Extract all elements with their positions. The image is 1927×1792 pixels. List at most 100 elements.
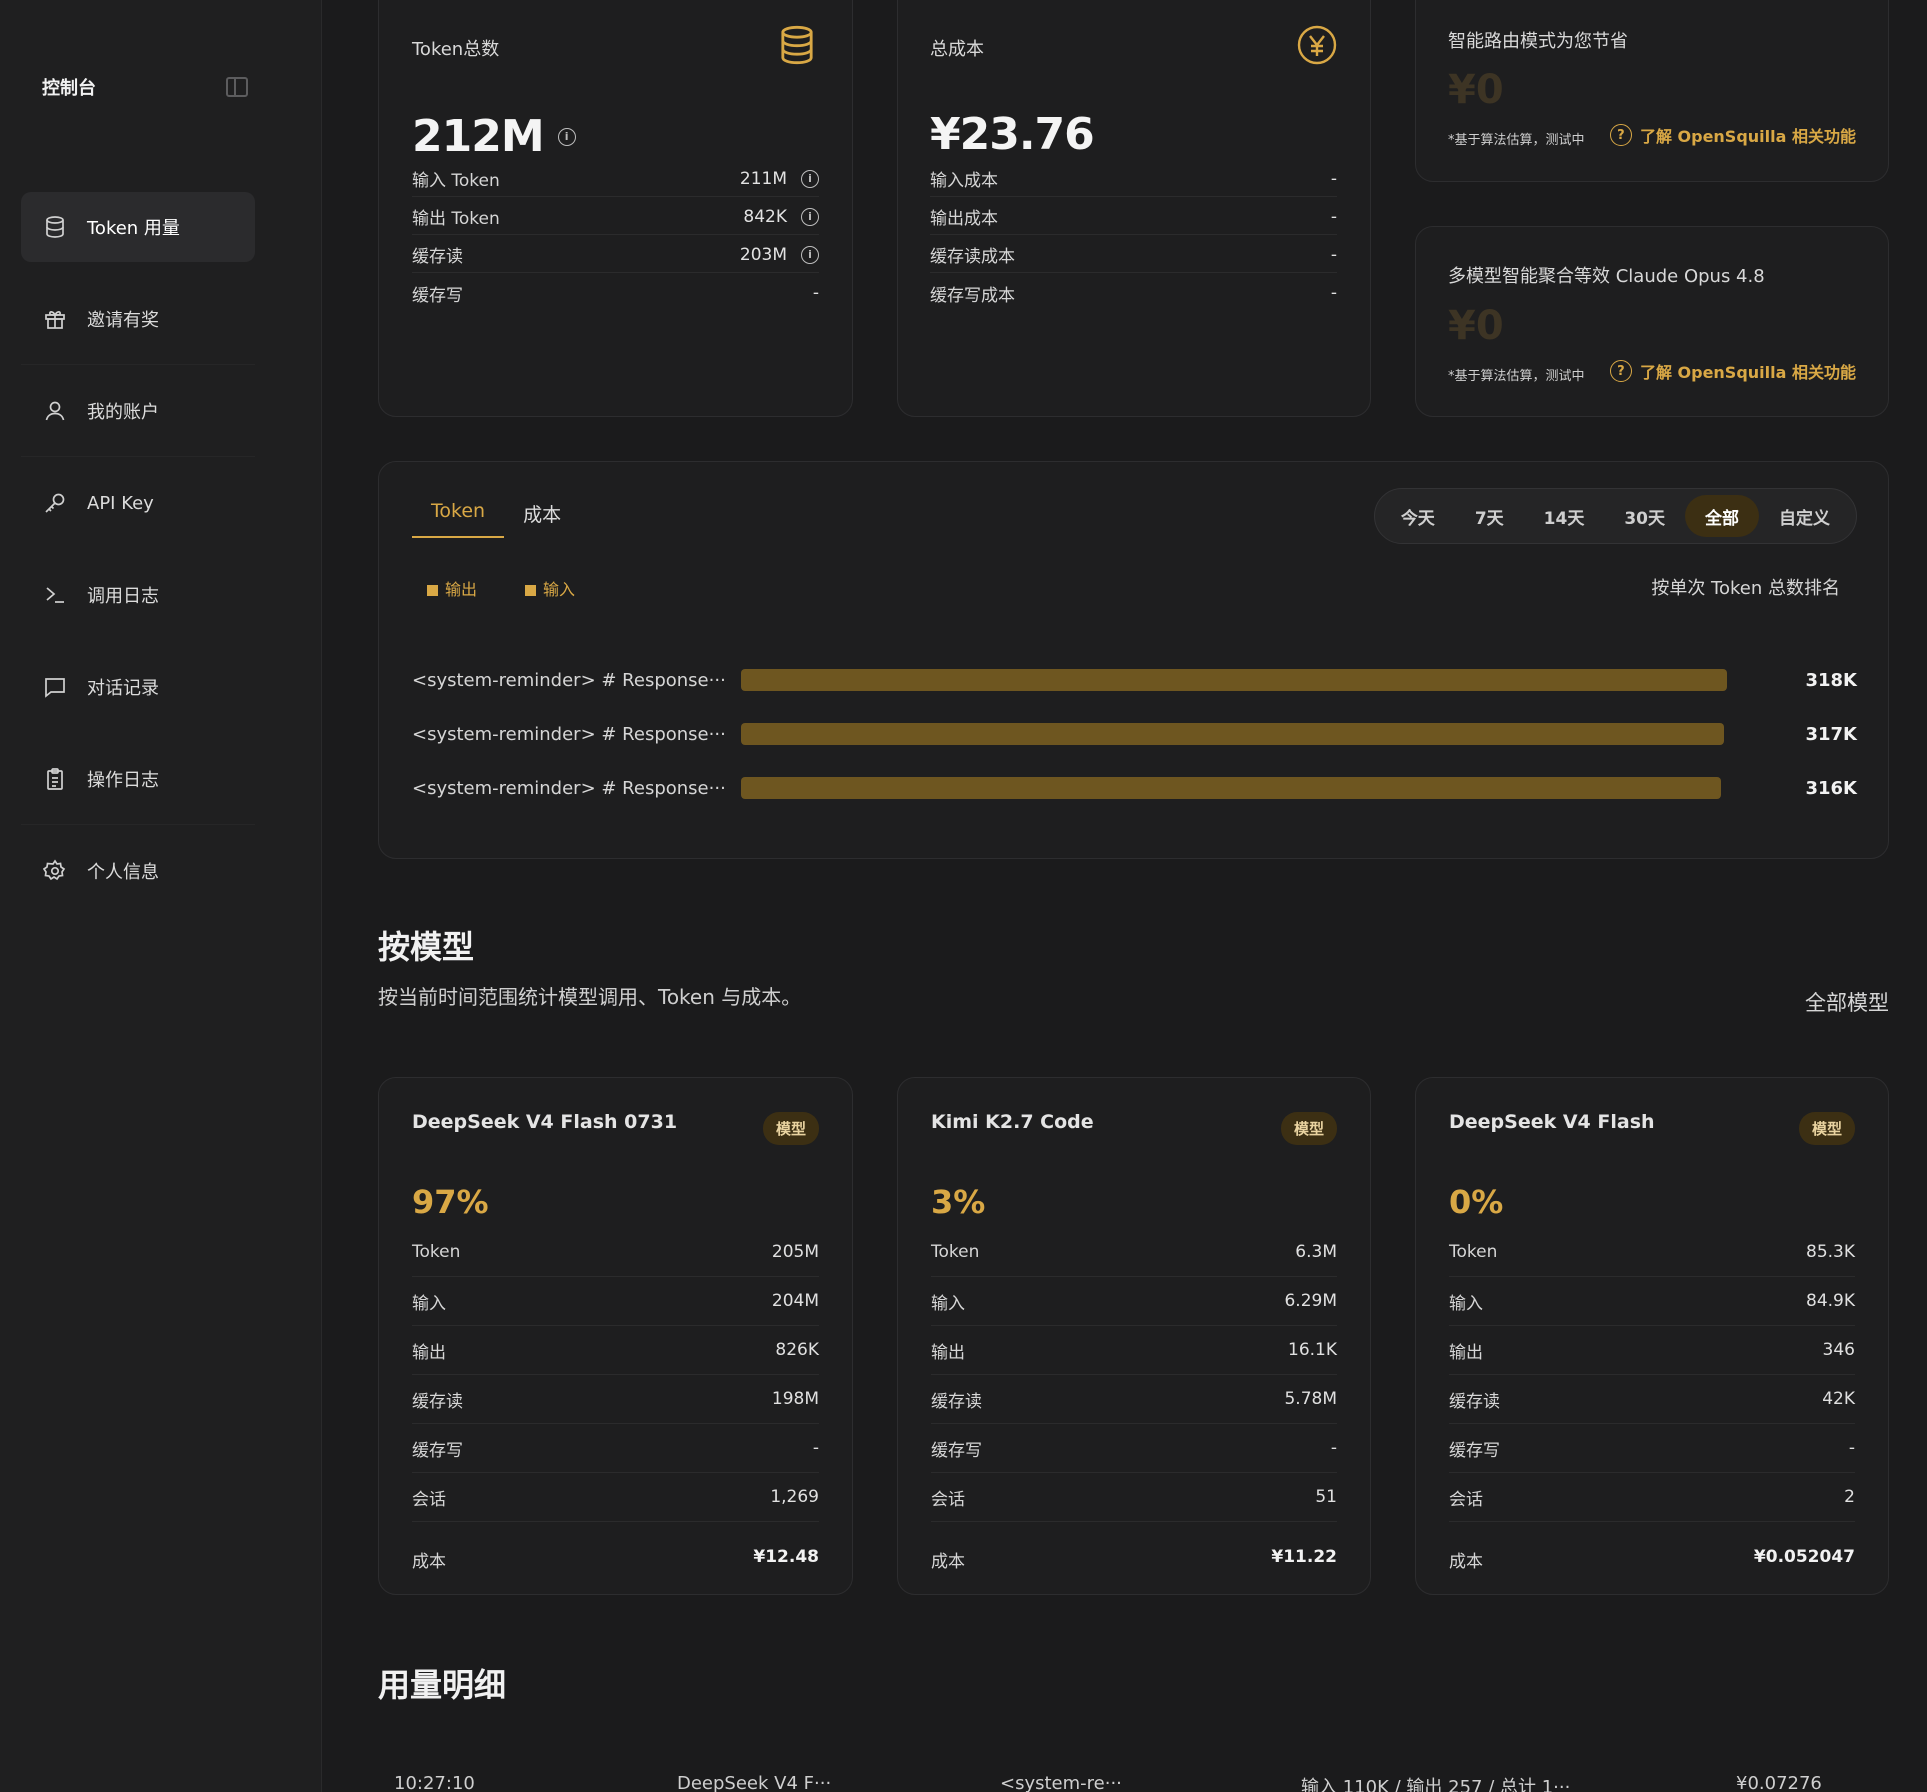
model-cost-row: 成本 ¥12.48 bbox=[412, 1547, 819, 1572]
range-7d[interactable]: 7天 bbox=[1455, 495, 1524, 537]
model-cost-label: 成本 bbox=[1449, 1552, 1483, 1572]
stat-row: 输入成本 - bbox=[930, 161, 1337, 197]
stat-label: 输出 Token bbox=[412, 209, 500, 229]
bar-track bbox=[741, 669, 1727, 691]
chat-icon bbox=[43, 675, 67, 699]
sidebar-item-profile[interactable]: 个人信息 bbox=[21, 836, 255, 906]
model-stat-label: 缓存读 bbox=[412, 1391, 463, 1412]
detail-prompt: <system-re··· bbox=[1000, 1773, 1122, 1792]
sidebar-item-api-key[interactable]: API Key bbox=[21, 468, 255, 538]
detail-model: DeepSeek V4 F··· bbox=[677, 1773, 832, 1792]
help-icon: ? bbox=[1609, 360, 1632, 382]
model-name: Kimi K2.7 Code bbox=[931, 1111, 1094, 1133]
info-icon[interactable]: i bbox=[801, 169, 819, 188]
bar-track bbox=[741, 723, 1727, 745]
range-today[interactable]: 今天 bbox=[1381, 495, 1455, 537]
model-stat-value: - bbox=[1848, 1438, 1855, 1458]
learn-more-link[interactable]: ? 了解 OpenSquilla 相关功能 bbox=[1609, 123, 1856, 147]
model-stat-label: 缓存读 bbox=[1449, 1391, 1500, 1412]
stat-row: 输入 Token 211M i bbox=[412, 161, 819, 197]
model-stat-value: 198M bbox=[771, 1389, 819, 1409]
stat-row: 缓存读成本 - bbox=[930, 237, 1337, 273]
savings-amount: ¥0 bbox=[1448, 303, 1504, 349]
bar-fill bbox=[741, 723, 1724, 745]
stat-value: 842K bbox=[743, 206, 787, 227]
stat-label: 缓存写 bbox=[412, 285, 463, 306]
token-total-card: Token总数 212M i 输入 Token 211M i 输出 Token 8… bbox=[378, 0, 853, 417]
estimate-note: *基于算法估算，测试中 bbox=[1448, 133, 1585, 148]
range-custom[interactable]: 自定义 bbox=[1759, 495, 1850, 537]
model-stat-value: 1,269 bbox=[770, 1487, 819, 1507]
ranking-hint: 按单次 Token 总数排名 bbox=[1651, 578, 1840, 599]
sidebar-nav: Token 用量 邀请有奖 我的账户 API Key 调用日志 对话记录 操作日… bbox=[21, 192, 255, 928]
bar-label: <system-reminder> # Response··· bbox=[412, 669, 726, 691]
sidebar-item-call-logs[interactable]: 调用日志 bbox=[21, 560, 255, 630]
model-cost-value: ¥11.22 bbox=[1271, 1547, 1337, 1567]
model-stat-value: 826K bbox=[775, 1340, 819, 1360]
model-badge: 模型 bbox=[1280, 1112, 1337, 1145]
model-share-percent: 97% bbox=[412, 1183, 489, 1221]
tab-cost[interactable]: 成本 bbox=[504, 500, 580, 538]
range-14d[interactable]: 14天 bbox=[1524, 495, 1605, 537]
stat-value: - bbox=[1330, 168, 1337, 189]
model-stat-row: 缓存写 - bbox=[412, 1424, 819, 1473]
learn-more-label: 了解 OpenSquilla 相关功能 bbox=[1639, 363, 1856, 382]
model-stat-label: 输出 bbox=[931, 1342, 965, 1363]
sidebar-item-conversations[interactable]: 对话记录 bbox=[21, 652, 255, 722]
bar-value-label: 318K bbox=[1805, 669, 1857, 691]
model-cost-value: ¥0.052047 bbox=[1753, 1547, 1855, 1567]
model-stat-value: 16.1K bbox=[1288, 1340, 1337, 1360]
info-icon[interactable]: i bbox=[801, 245, 819, 264]
model-filter-dropdown[interactable]: 全部模型 bbox=[1805, 987, 1889, 1017]
sidebar-item-label: 操作日志 bbox=[87, 770, 159, 791]
sidebar-item-operation-logs[interactable]: 操作日志 bbox=[21, 744, 255, 825]
sidebar-item-label: 邀请有奖 bbox=[87, 310, 159, 331]
bar-value-label: 316K bbox=[1805, 777, 1857, 799]
model-stat-row: 缓存读 42K bbox=[1449, 1375, 1855, 1424]
sidebar-item-account[interactable]: 我的账户 bbox=[21, 376, 255, 457]
stat-value: - bbox=[1330, 283, 1337, 303]
bar-row[interactable]: <system-reminder> # Response··· 316K bbox=[412, 773, 1857, 803]
model-name: DeepSeek V4 Flash 0731 bbox=[412, 1111, 678, 1133]
model-stat-label: 会话 bbox=[412, 1489, 446, 1510]
range-all[interactable]: 全部 bbox=[1685, 495, 1759, 537]
learn-more-label: 了解 OpenSquilla 相关功能 bbox=[1639, 127, 1856, 146]
sidebar-item-token-usage[interactable]: Token 用量 bbox=[21, 192, 255, 262]
bar-row[interactable]: <system-reminder> # Response··· 317K bbox=[412, 719, 1857, 749]
model-stat-row: 输出 826K bbox=[412, 1326, 819, 1375]
model-card-deepseek-v4-flash-0731: DeepSeek V4 Flash 0731 模型 97% Token 205M… bbox=[378, 1077, 853, 1595]
legend-item-input[interactable]: 输入 bbox=[525, 576, 575, 600]
info-icon[interactable]: i bbox=[801, 207, 819, 226]
sidebar-toggle-icon[interactable] bbox=[226, 77, 248, 97]
model-stat-row: 会话 2 bbox=[1449, 1473, 1855, 1522]
model-stat-label: Token bbox=[412, 1242, 461, 1262]
model-cost-row: 成本 ¥11.22 bbox=[931, 1547, 1337, 1572]
learn-more-link[interactable]: ? 了解 OpenSquilla 相关功能 bbox=[1609, 359, 1856, 383]
stat-value: - bbox=[1330, 244, 1337, 265]
sidebar-header: 控制台 bbox=[42, 74, 248, 100]
model-stat-row: 会话 1,269 bbox=[412, 1473, 819, 1522]
gift-icon bbox=[43, 307, 67, 331]
model-stat-row: 输出 16.1K bbox=[931, 1326, 1337, 1375]
info-icon[interactable]: i bbox=[557, 127, 576, 146]
tab-token[interactable]: Token bbox=[412, 500, 505, 538]
bar-row[interactable]: <system-reminder> # Response··· 318K bbox=[412, 665, 1857, 695]
model-stat-value: 85.3K bbox=[1806, 1242, 1855, 1262]
model-stat-label: 输入 bbox=[1449, 1293, 1483, 1314]
sidebar-item-invite[interactable]: 邀请有奖 bbox=[21, 284, 255, 365]
key-icon bbox=[43, 491, 67, 515]
stat-value: 203M bbox=[739, 244, 787, 265]
model-cost-value: ¥12.48 bbox=[753, 1547, 819, 1567]
aggregation-savings-card: 多模型智能聚合等效 Claude Opus 4.8 ¥0 *基于算法估算，测试中… bbox=[1415, 226, 1889, 417]
routing-savings-card: 智能路由模式为您节省 ¥0 *基于算法估算，测试中 ? 了解 OpenSquil… bbox=[1415, 0, 1889, 182]
model-stat-label: 输入 bbox=[931, 1293, 965, 1314]
stat-label: 缓存写成本 bbox=[930, 285, 1015, 306]
time-range-selector: 今天 7天 14天 30天 全部 自定义 bbox=[1373, 488, 1857, 544]
model-stat-value: 6.29M bbox=[1284, 1291, 1337, 1311]
model-stat-value: 5.78M bbox=[1284, 1389, 1337, 1409]
stat-value: - bbox=[812, 283, 819, 303]
range-30d[interactable]: 30天 bbox=[1604, 495, 1685, 537]
detail-tokens: 输入 110K / 输出 257 / 总计 1··· bbox=[1301, 1777, 1571, 1792]
legend-item-output[interactable]: 输出 bbox=[427, 576, 477, 600]
model-stat-label: 输出 bbox=[1449, 1342, 1483, 1363]
